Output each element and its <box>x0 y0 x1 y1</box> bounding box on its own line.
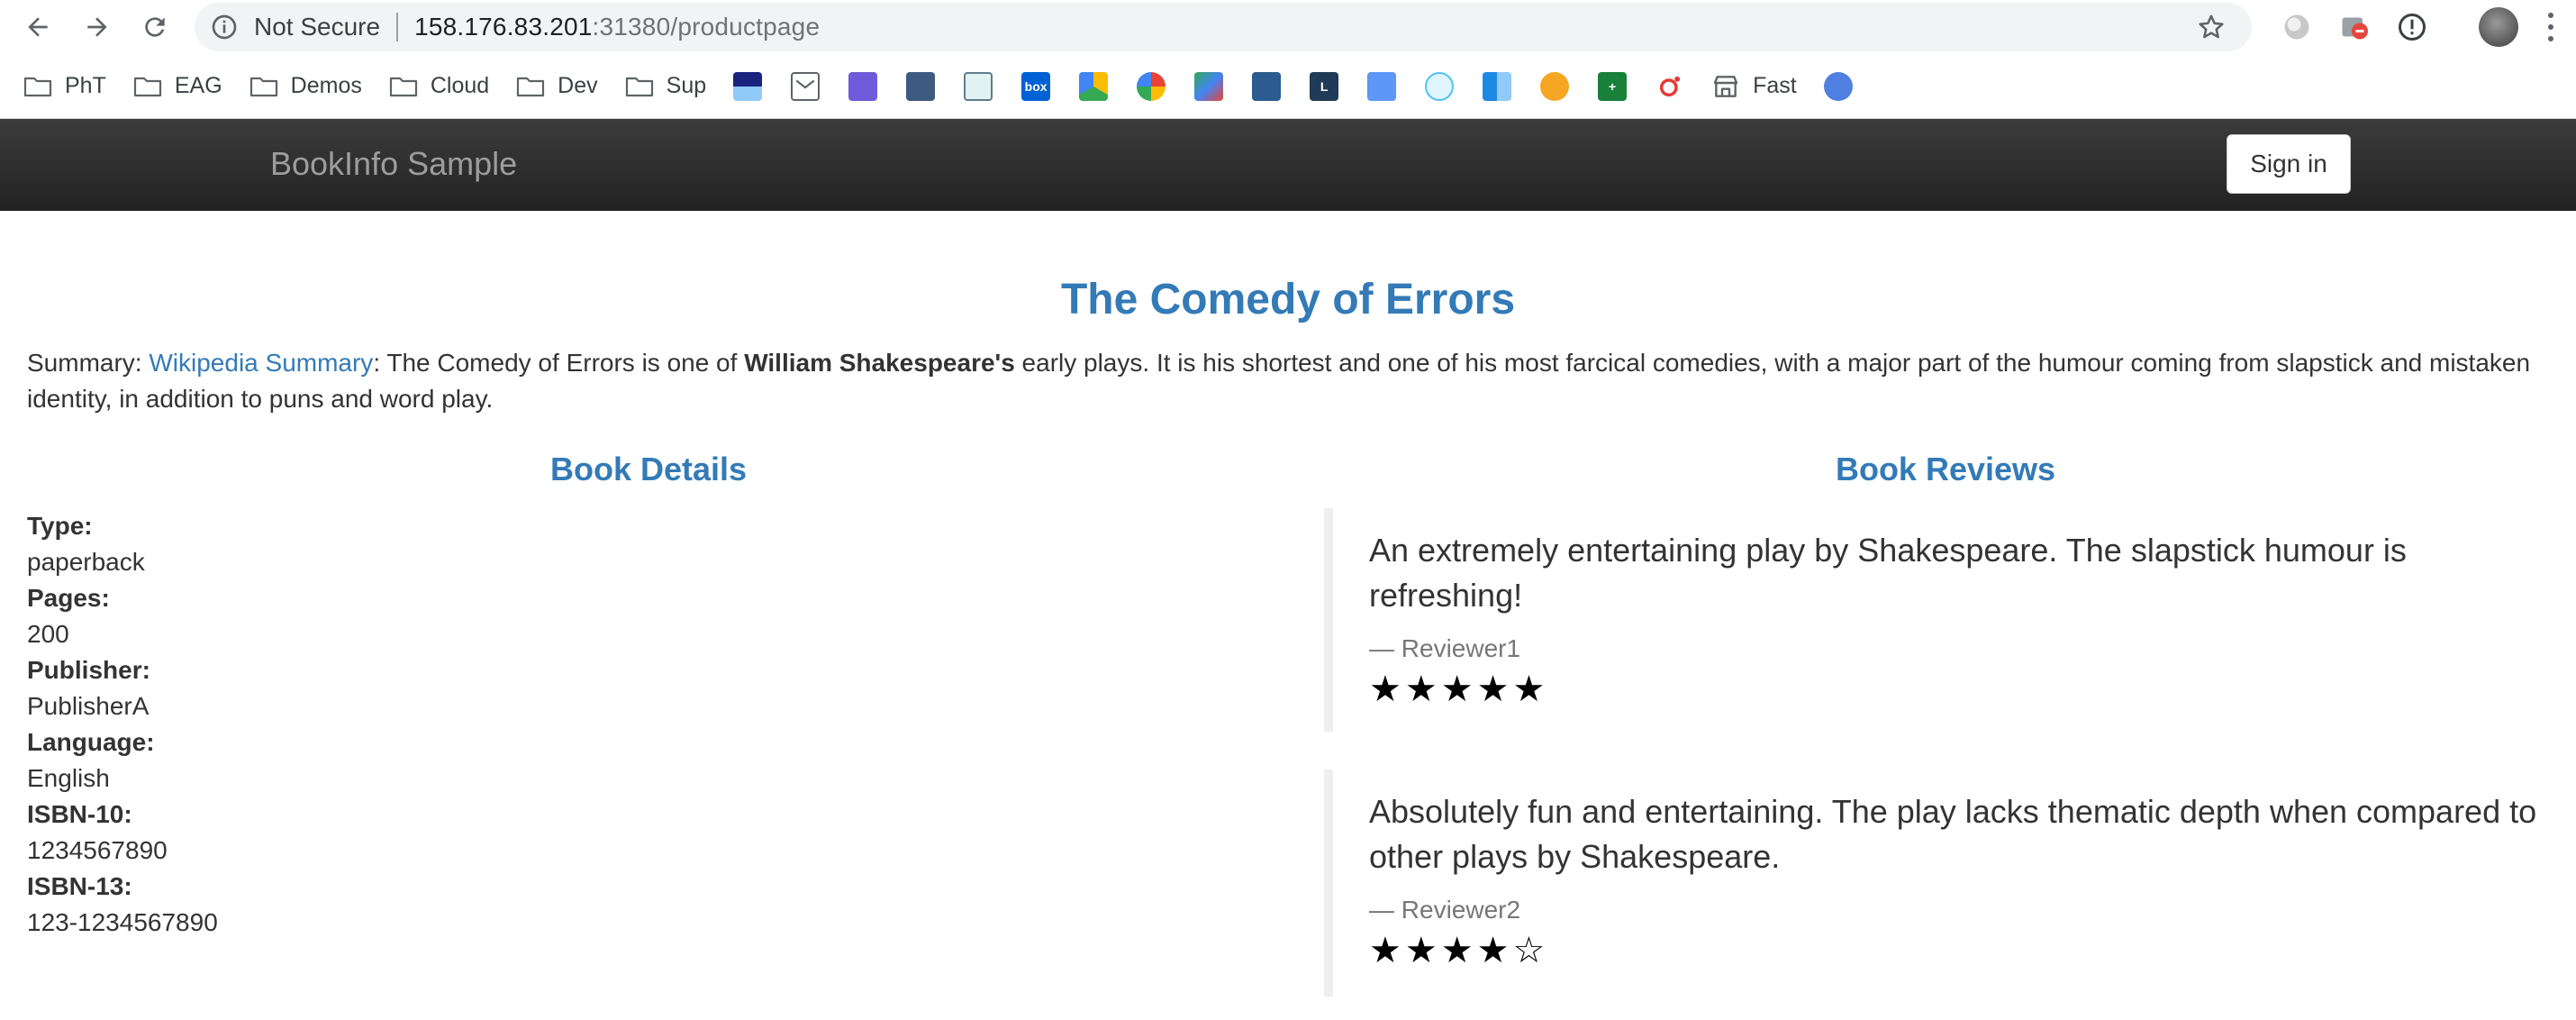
isbn10-value: 1234567890 <box>27 836 168 864</box>
bookmark-label: EAG <box>174 73 222 98</box>
bookmark-grid-icon[interactable] <box>1483 71 1512 101</box>
address-bar[interactable]: Not Secure 158.176.83.201:31380/productp… <box>195 3 2252 51</box>
extension-cookie-icon[interactable] <box>2338 11 2371 43</box>
bookmark-label: Cloud <box>430 73 490 98</box>
store-icon <box>1713 75 1738 97</box>
review-card: An extremely entertaining play by Shakes… <box>1324 508 2540 732</box>
type-label: Type: <box>27 512 93 540</box>
summary-label: Summary: <box>27 349 150 377</box>
bookmark-flag-icon[interactable] <box>733 71 763 101</box>
summary-text: : The Comedy of Errors is one of <box>373 349 745 377</box>
extension-circle-icon[interactable] <box>2281 11 2313 43</box>
app-navbar: BookInfo Sample Sign in <box>0 119 2576 211</box>
type-value: paperback <box>27 548 145 576</box>
bookmark-label: Dev <box>558 73 598 98</box>
security-label[interactable]: Not Secure <box>254 13 380 41</box>
folder-icon <box>23 77 52 96</box>
book-details-list: Type: paperback Pages: 200 Publisher: Pu… <box>27 508 218 941</box>
publisher-label: Publisher: <box>27 656 150 684</box>
wikipedia-summary-link[interactable]: Wikipedia Summary <box>149 349 373 377</box>
summary-author: William Shakespeare's <box>744 349 1015 377</box>
bookmark-fast[interactable]: Fast <box>1711 67 1797 106</box>
bookmark-label: Fast <box>1753 73 1797 98</box>
bookmark-folder-demos[interactable]: Demos <box>249 67 362 106</box>
review-text: An extremely entertaining play by Shakes… <box>1369 532 2407 614</box>
bookmark-label: Sup <box>666 73 707 98</box>
review-author: — Reviewer1 <box>1369 634 1521 662</box>
language-value: English <box>27 764 110 792</box>
folder-icon <box>389 77 417 96</box>
bookmark-ring-icon[interactable] <box>1655 71 1685 101</box>
bookmark-photos-icon[interactable] <box>1137 71 1166 101</box>
bookmark-mail-icon[interactable] <box>791 71 821 101</box>
book-details-heading: Book Details <box>549 451 748 487</box>
back-arrow-icon[interactable] <box>18 7 58 47</box>
url-host: 158.176.83.201 <box>414 13 593 41</box>
bookmark-sheets-icon[interactable]: + <box>1598 71 1628 101</box>
bookmark-star-icon[interactable] <box>2196 12 2227 42</box>
more-menu-icon[interactable] <box>2542 9 2560 45</box>
book-reviews-heading: Book Reviews <box>1835 451 2056 487</box>
review-text: Absolutely fun and entertaining. The pla… <box>1369 793 2537 875</box>
bookmark-envelope-icon[interactable] <box>848 71 878 101</box>
isbn10-label: ISBN-10: <box>27 800 132 828</box>
extension-alert-icon[interactable] <box>2396 11 2428 43</box>
bookmarks-bar: PhT EAG Demos Cloud Dev Sup box L + Fast <box>0 54 2576 119</box>
reload-icon[interactable] <box>135 7 175 47</box>
brand-link[interactable]: BookInfo Sample <box>270 119 517 209</box>
bookmark-folder-cloud[interactable]: Cloud <box>389 67 489 106</box>
bookmark-people-icon[interactable] <box>1252 71 1282 101</box>
star-rating: ★★★★☆ <box>1369 930 1549 971</box>
isbn13-value: 123-1234567890 <box>27 908 218 936</box>
url-text[interactable]: 158.176.83.201:31380/productpage <box>414 13 820 41</box>
folder-icon <box>625 77 653 96</box>
publisher-value: PublisherA <box>27 692 150 720</box>
language-label: Language: <box>27 728 155 756</box>
folder-icon <box>249 77 277 96</box>
bookmark-maps-icon[interactable] <box>1194 71 1224 101</box>
browser-toolbar: Not Secure 158.176.83.201:31380/productp… <box>0 0 2576 54</box>
forward-arrow-icon[interactable] <box>77 7 117 47</box>
bookmark-folder-pht[interactable]: PhT <box>23 67 106 106</box>
bookmark-label: PhT <box>65 73 106 98</box>
folder-icon <box>133 77 161 96</box>
pages-value: 200 <box>27 620 69 648</box>
omnibox-divider <box>396 13 399 41</box>
bookmark-drive-icon[interactable] <box>1079 71 1109 101</box>
profile-avatar[interactable] <box>2479 7 2518 47</box>
bookmark-folder-sup[interactable]: Sup <box>625 67 706 106</box>
url-path: :31380/productpage <box>592 13 821 41</box>
bookmark-folder-dev[interactable]: Dev <box>516 67 598 106</box>
bookmark-presentation-icon[interactable] <box>964 71 993 101</box>
bookmark-folder-eag[interactable]: EAG <box>133 67 222 106</box>
bookmark-translate-icon[interactable] <box>1367 71 1397 101</box>
bookmark-label: Demos <box>290 73 362 98</box>
page-title: The Comedy of Errors <box>1060 276 1516 323</box>
book-summary: Summary: Wikipedia Summary: The Comedy o… <box>27 345 2558 417</box>
isbn13-label: ISBN-13: <box>27 872 132 900</box>
star-rating: ★★★★★ <box>1369 669 1549 710</box>
bookmark-org-icon[interactable] <box>906 71 936 101</box>
bookmark-l-icon[interactable]: L <box>1310 71 1339 101</box>
review-author: — Reviewer2 <box>1369 896 1521 924</box>
bookmark-coin-icon[interactable] <box>1540 71 1570 101</box>
bookmark-round-icon[interactable] <box>1823 71 1853 101</box>
review-card: Absolutely fun and entertaining. The pla… <box>1324 770 2540 997</box>
bookmark-box-icon[interactable]: box <box>1021 71 1051 101</box>
sign-in-button[interactable]: Sign in <box>2227 134 2351 194</box>
info-icon[interactable] <box>209 12 240 42</box>
pages-label: Pages: <box>27 584 110 612</box>
folder-icon <box>517 77 545 96</box>
bookmark-cloud-icon[interactable] <box>1425 71 1455 101</box>
